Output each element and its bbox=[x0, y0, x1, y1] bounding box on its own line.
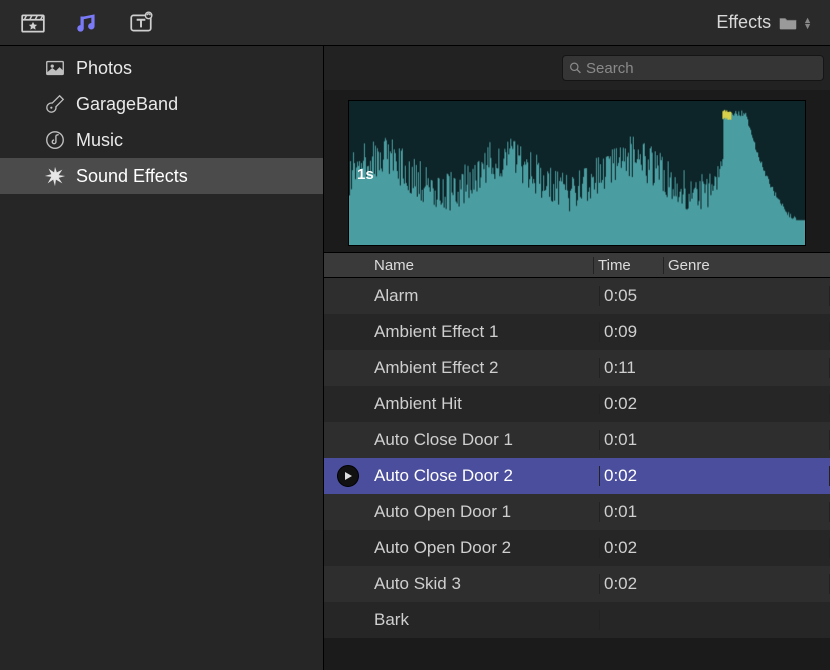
sidebar-item-music[interactable]: Music bbox=[0, 122, 323, 158]
chevron-updown-icon: ▲▼ bbox=[803, 17, 812, 29]
waveform-time-label: 1s bbox=[355, 165, 376, 184]
row-name: Auto Open Door 1 bbox=[372, 502, 600, 522]
effects-folder-button[interactable]: ▲▼ bbox=[777, 12, 812, 34]
music-notes-icon bbox=[74, 10, 100, 36]
table-row[interactable]: Ambient Hit0:02 bbox=[324, 386, 830, 422]
sidebar-item-label: Music bbox=[76, 130, 123, 151]
column-header-genre[interactable]: Genre bbox=[664, 257, 830, 274]
photos-icon bbox=[44, 57, 66, 79]
row-name: Auto Skid 3 bbox=[372, 574, 600, 594]
table-row[interactable]: Auto Open Door 10:01 bbox=[324, 494, 830, 530]
row-time: 0:05 bbox=[600, 286, 830, 306]
guitar-icon bbox=[44, 93, 66, 115]
content-pane: 1s Name Time Genre Alarm0:05Ambient Effe… bbox=[324, 46, 830, 670]
search-icon bbox=[569, 61, 582, 75]
row-time: 0:01 bbox=[600, 430, 830, 450]
row-name: Alarm bbox=[372, 286, 600, 306]
burst-icon bbox=[44, 165, 66, 187]
sidebar-item-sound-effects[interactable]: Sound Effects bbox=[0, 158, 323, 194]
search-field[interactable] bbox=[562, 55, 824, 81]
row-name: Ambient Effect 1 bbox=[372, 322, 600, 342]
row-name: Bark bbox=[372, 610, 600, 630]
titles-library-button[interactable] bbox=[126, 8, 156, 38]
table-row[interactable]: Auto Close Door 20:02 bbox=[324, 458, 830, 494]
row-name: Auto Close Door 1 bbox=[372, 430, 600, 450]
row-name: Ambient Effect 2 bbox=[372, 358, 600, 378]
table-header: Name Time Genre bbox=[324, 252, 830, 278]
search-input[interactable] bbox=[586, 60, 817, 77]
waveform-preview[interactable]: 1s bbox=[348, 100, 806, 246]
sidebar-item-label: Photos bbox=[76, 58, 132, 79]
row-time: 0:02 bbox=[600, 574, 830, 594]
row-name: Auto Open Door 2 bbox=[372, 538, 600, 558]
titles-icon bbox=[128, 10, 154, 36]
clapperboard-star-icon bbox=[20, 10, 46, 36]
table-row[interactable]: Bark bbox=[324, 602, 830, 638]
table-body: Alarm0:05Ambient Effect 10:09Ambient Eff… bbox=[324, 278, 830, 638]
table-row[interactable]: Alarm0:05 bbox=[324, 278, 830, 314]
table-row[interactable]: Ambient Effect 10:09 bbox=[324, 314, 830, 350]
row-time: 0:11 bbox=[600, 358, 830, 378]
row-time: 0:02 bbox=[600, 538, 830, 558]
row-time: 0:02 bbox=[600, 394, 830, 414]
row-time: 0:01 bbox=[600, 502, 830, 522]
table-row[interactable]: Auto Skid 30:02 bbox=[324, 566, 830, 602]
sidebar-item-label: GarageBand bbox=[76, 94, 178, 115]
video-library-button[interactable] bbox=[18, 8, 48, 38]
folder-icon bbox=[777, 12, 799, 34]
sidebar: Photos GarageBand Music Sound Effects bbox=[0, 46, 324, 670]
table-row[interactable]: Auto Open Door 20:02 bbox=[324, 530, 830, 566]
toolbar: Effects ▲▼ bbox=[0, 0, 830, 46]
row-name: Auto Close Door 2 bbox=[372, 466, 600, 486]
audio-library-button[interactable] bbox=[72, 8, 102, 38]
row-time: 0:02 bbox=[600, 466, 830, 486]
column-header-time[interactable]: Time bbox=[594, 257, 664, 274]
sidebar-item-label: Sound Effects bbox=[76, 166, 188, 187]
waveform-canvas bbox=[349, 101, 805, 245]
effects-label: Effects bbox=[716, 12, 771, 33]
play-icon bbox=[343, 471, 353, 481]
row-time: 0:09 bbox=[600, 322, 830, 342]
table-row[interactable]: Ambient Effect 20:11 bbox=[324, 350, 830, 386]
row-name: Ambient Hit bbox=[372, 394, 600, 414]
sidebar-item-photos[interactable]: Photos bbox=[0, 50, 323, 86]
play-button[interactable] bbox=[337, 465, 359, 487]
music-icon bbox=[44, 129, 66, 151]
sidebar-item-garageband[interactable]: GarageBand bbox=[0, 86, 323, 122]
column-header-name[interactable]: Name bbox=[372, 257, 594, 274]
table-row[interactable]: Auto Close Door 10:01 bbox=[324, 422, 830, 458]
